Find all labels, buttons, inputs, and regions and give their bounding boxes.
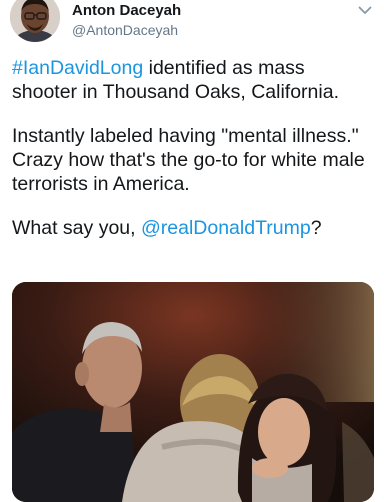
author-display-name[interactable]: Anton Daceyah [72, 2, 181, 19]
tweet-paragraph-3-suffix: ? [310, 217, 322, 239]
tweet-paragraph-3: What say you, @realDonaldTrump? [12, 216, 374, 240]
tweet-paragraph-2: Instantly labeled having "mental illness… [12, 125, 365, 195]
hashtag-link[interactable]: #IanDavidLong [12, 57, 143, 79]
tweet-paragraph-1: #IanDavidLong identified as mass shooter… [12, 56, 374, 104]
chevron-down-icon[interactable] [354, 2, 376, 18]
tweet-photo[interactable] [12, 282, 374, 502]
avatar[interactable] [10, 0, 60, 42]
tweet-text: #IanDavidLong identified as mass shooter… [12, 56, 374, 240]
mention-link[interactable]: @realDonaldTrump [141, 217, 311, 239]
author-handle[interactable]: @AntonDaceyah [72, 22, 178, 38]
tweet-header: Anton Daceyah @AntonDaceyah [0, 0, 384, 52]
tweet-paragraph-3-prefix: What say you, [12, 217, 141, 239]
